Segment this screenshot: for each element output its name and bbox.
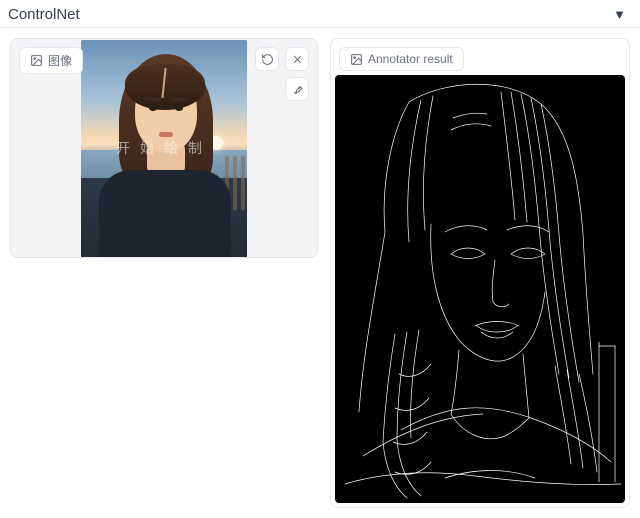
brush-button[interactable] <box>285 77 309 101</box>
undo-icon <box>261 53 274 66</box>
close-icon <box>291 53 304 66</box>
main-content: 图像 <box>0 28 640 518</box>
undo-button[interactable] <box>255 47 279 71</box>
portrait-image <box>81 40 247 258</box>
image-icon <box>350 53 363 66</box>
chevron-down-icon[interactable]: ▼ <box>613 7 626 22</box>
annotator-output-image[interactable] <box>335 75 625 503</box>
input-panel-label: 图像 <box>19 47 83 74</box>
section-header[interactable]: ControlNet ▼ <box>0 0 640 28</box>
output-panel-label-text: Annotator result <box>368 52 453 66</box>
clear-button[interactable] <box>285 47 309 71</box>
annotator-result-panel: Annotator result <box>330 38 630 508</box>
brush-icon <box>291 83 304 96</box>
image-icon <box>30 54 43 67</box>
section-title: ControlNet <box>8 6 80 23</box>
output-panel-label: Annotator result <box>339 47 464 71</box>
input-image-panel[interactable]: 图像 <box>10 38 318 258</box>
input-panel-label-text: 图像 <box>48 52 72 69</box>
image-toolbar <box>255 47 309 101</box>
